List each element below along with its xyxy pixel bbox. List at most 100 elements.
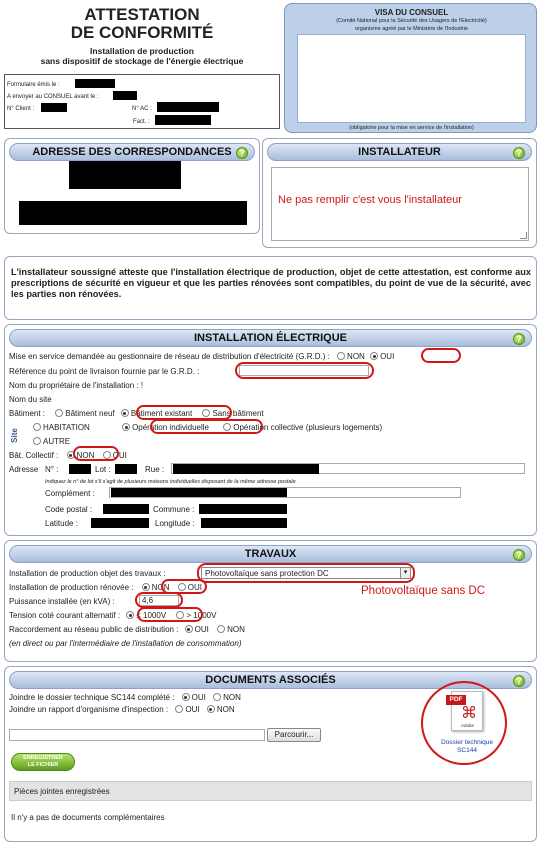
sc144-pdf-link[interactable]: PDF ⌘ Adobe Dossier technique SC144 <box>425 687 509 763</box>
batiment-row: Bâtiment : Bâtiment neuf Bâtiment exista… <box>9 409 264 419</box>
visa-footer: (obligatoire pour la mise en service de … <box>349 125 474 131</box>
mise-en-service-non-label: NON <box>347 352 365 361</box>
type-row: HABITATION Opération individuelle Opérat… <box>33 423 382 433</box>
tension-row: Tension coté courant alternatif : ≤ 1000… <box>9 611 216 621</box>
installateur-textarea[interactable]: Ne pas remplir c'est vous l'installateur <box>271 167 529 241</box>
commune-redacted <box>199 504 287 514</box>
visa-title: VISA DU CONSUEL <box>374 8 449 17</box>
rapport-label: Joindre un rapport d'organisme d'inspect… <box>9 705 169 714</box>
objet-select[interactable]: Photovoltaïque sans protection DC ▾ <box>201 567 411 579</box>
adresse-panel: ADRESSE DES CORRESPONDANCES ? <box>4 138 260 234</box>
autre-row: AUTRE <box>33 437 70 447</box>
pdf-caption-1: Dossier technique <box>440 739 494 746</box>
latitude-redacted <box>91 518 149 528</box>
raccordement-oui-radio[interactable] <box>184 625 193 633</box>
batiment-label: Bâtiment : <box>9 409 46 418</box>
tension-low-radio[interactable] <box>126 611 135 619</box>
travaux-title: TRAVAUX <box>244 548 297 560</box>
enregistrer-button[interactable]: ENREGISTRER LE FICHIER <box>11 753 75 771</box>
autre-radio[interactable] <box>33 437 41 445</box>
attestation-subtitle-line1: Installation de production <box>90 46 194 56</box>
rapport-non-radio[interactable] <box>206 705 215 713</box>
bat-collectif-non-radio[interactable] <box>66 451 75 459</box>
operation-collective-radio[interactable] <box>223 423 232 431</box>
adresse-redacted-2 <box>19 201 247 225</box>
visa-stamp-area <box>297 34 526 123</box>
batiment-existant-label: Bâtiment existant <box>130 409 193 418</box>
file-path-input[interactable] <box>9 729 265 741</box>
fact-label: Fact. : <box>133 119 150 125</box>
fact-redacted <box>155 115 211 125</box>
rapport-oui-radio[interactable] <box>175 705 184 713</box>
documents-title: DOCUMENTS ASSOCIÉS <box>205 674 336 686</box>
rapport-row: Joindre un rapport d'organisme d'inspect… <box>9 705 235 715</box>
operation-individuelle-radio[interactable] <box>122 423 131 431</box>
client-label: N° Client : <box>7 106 35 112</box>
complement-redacted <box>111 488 287 497</box>
sans-batiment-radio[interactable] <box>202 409 211 417</box>
attestation-meta-box: Formulaire émis le : A envoyer au CONSUE… <box>4 74 280 129</box>
numero-label: N° : <box>45 465 59 474</box>
annotation-ring <box>421 348 461 363</box>
ac-redacted <box>157 102 219 112</box>
enregistrer-label-2: LE FICHIER <box>27 762 59 768</box>
sc144-oui-radio[interactable] <box>181 693 190 701</box>
sc144-oui-label: OUI <box>191 693 206 702</box>
sans-batiment-label: Sans bâtiment <box>212 409 264 418</box>
habitation-radio[interactable] <box>33 423 41 431</box>
bat-collectif-oui-label: OUI <box>112 451 127 460</box>
help-icon[interactable]: ? <box>513 333 525 345</box>
puissance-label: Puissance installée (en kVA) : <box>9 597 115 606</box>
rue-redacted <box>173 464 319 474</box>
visa-line2: organisme agréé par le Ministère de l'In… <box>355 26 468 32</box>
longitude-label: Longitude : <box>155 519 195 528</box>
help-icon[interactable]: ? <box>236 147 248 159</box>
help-icon[interactable]: ? <box>513 675 525 687</box>
envoyer-redacted <box>113 91 137 100</box>
acrobat-logo-icon: ⌘ <box>461 705 477 722</box>
bat-collectif-row: Bât. Collectif : NON OUI <box>9 451 127 461</box>
parcourir-button[interactable]: Parcourir... <box>267 728 321 742</box>
renovee-oui-radio[interactable] <box>177 583 186 591</box>
renovee-oui-label: OUI <box>187 583 203 592</box>
bat-collectif-oui-radio[interactable] <box>102 451 111 459</box>
formulaire-redacted <box>75 79 115 88</box>
mise-en-service-oui-radio[interactable] <box>370 352 379 360</box>
help-icon[interactable]: ? <box>513 147 525 159</box>
pdf-badge: PDF <box>446 695 466 705</box>
installateur-annotation: Ne pas remplir c'est vous l'installateur <box>278 194 462 206</box>
puissance-input[interactable]: 4,6 <box>139 595 179 606</box>
sc144-non-radio[interactable] <box>213 693 222 701</box>
envoyer-label: A envoyer au CONSUEL avant le : <box>7 94 99 100</box>
chevron-down-icon[interactable]: ▾ <box>400 568 410 578</box>
batiment-existant-radio[interactable] <box>120 409 129 417</box>
renovee-non-label: NON <box>151 583 170 592</box>
batiment-neuf-label: Bâtiment neuf <box>65 409 115 418</box>
rue-label: Rue : <box>145 465 165 474</box>
renovee-non-radio[interactable] <box>141 583 150 591</box>
help-icon[interactable]: ? <box>513 549 525 561</box>
pdf-file-icon: PDF ⌘ Adobe <box>446 691 483 731</box>
complement-label: Complément : <box>45 489 95 498</box>
documents-panel: DOCUMENTS ASSOCIÉS ? Joindre le dossier … <box>4 666 537 842</box>
mise-en-service-row: Mise en service demandée au gestionnaire… <box>9 352 394 362</box>
nom-site-label: Nom du site <box>9 395 52 404</box>
bat-collectif-label: Bât. Collectif : <box>9 451 59 460</box>
sc144-non-label: NON <box>223 693 241 702</box>
batiment-neuf-radio[interactable] <box>55 409 64 417</box>
raccordement-non-radio[interactable] <box>217 625 226 633</box>
pieces-label: Pièces jointes enregistrées <box>14 787 110 796</box>
mise-en-service-non-radio[interactable] <box>337 352 346 360</box>
resize-grip-icon[interactable] <box>520 232 527 239</box>
reference-input[interactable] <box>239 365 369 376</box>
code-postal-redacted <box>103 504 149 514</box>
enregistrer-label-1: ENREGISTRER <box>23 755 63 761</box>
declaration-text: L'installateur soussigné atteste que l'i… <box>11 267 531 299</box>
installation-panel: INSTALLATION ÉLECTRIQUE ? Mise en servic… <box>4 324 537 536</box>
lot-label: Lot : <box>95 465 111 474</box>
tension-high-radio[interactable] <box>176 611 185 619</box>
autre-label: AUTRE <box>43 437 71 446</box>
rapport-non-label: NON <box>216 705 235 714</box>
installateur-title: INSTALLATEUR <box>358 146 441 158</box>
travaux-annotation: Photovoltaïque sans DC <box>361 585 486 597</box>
